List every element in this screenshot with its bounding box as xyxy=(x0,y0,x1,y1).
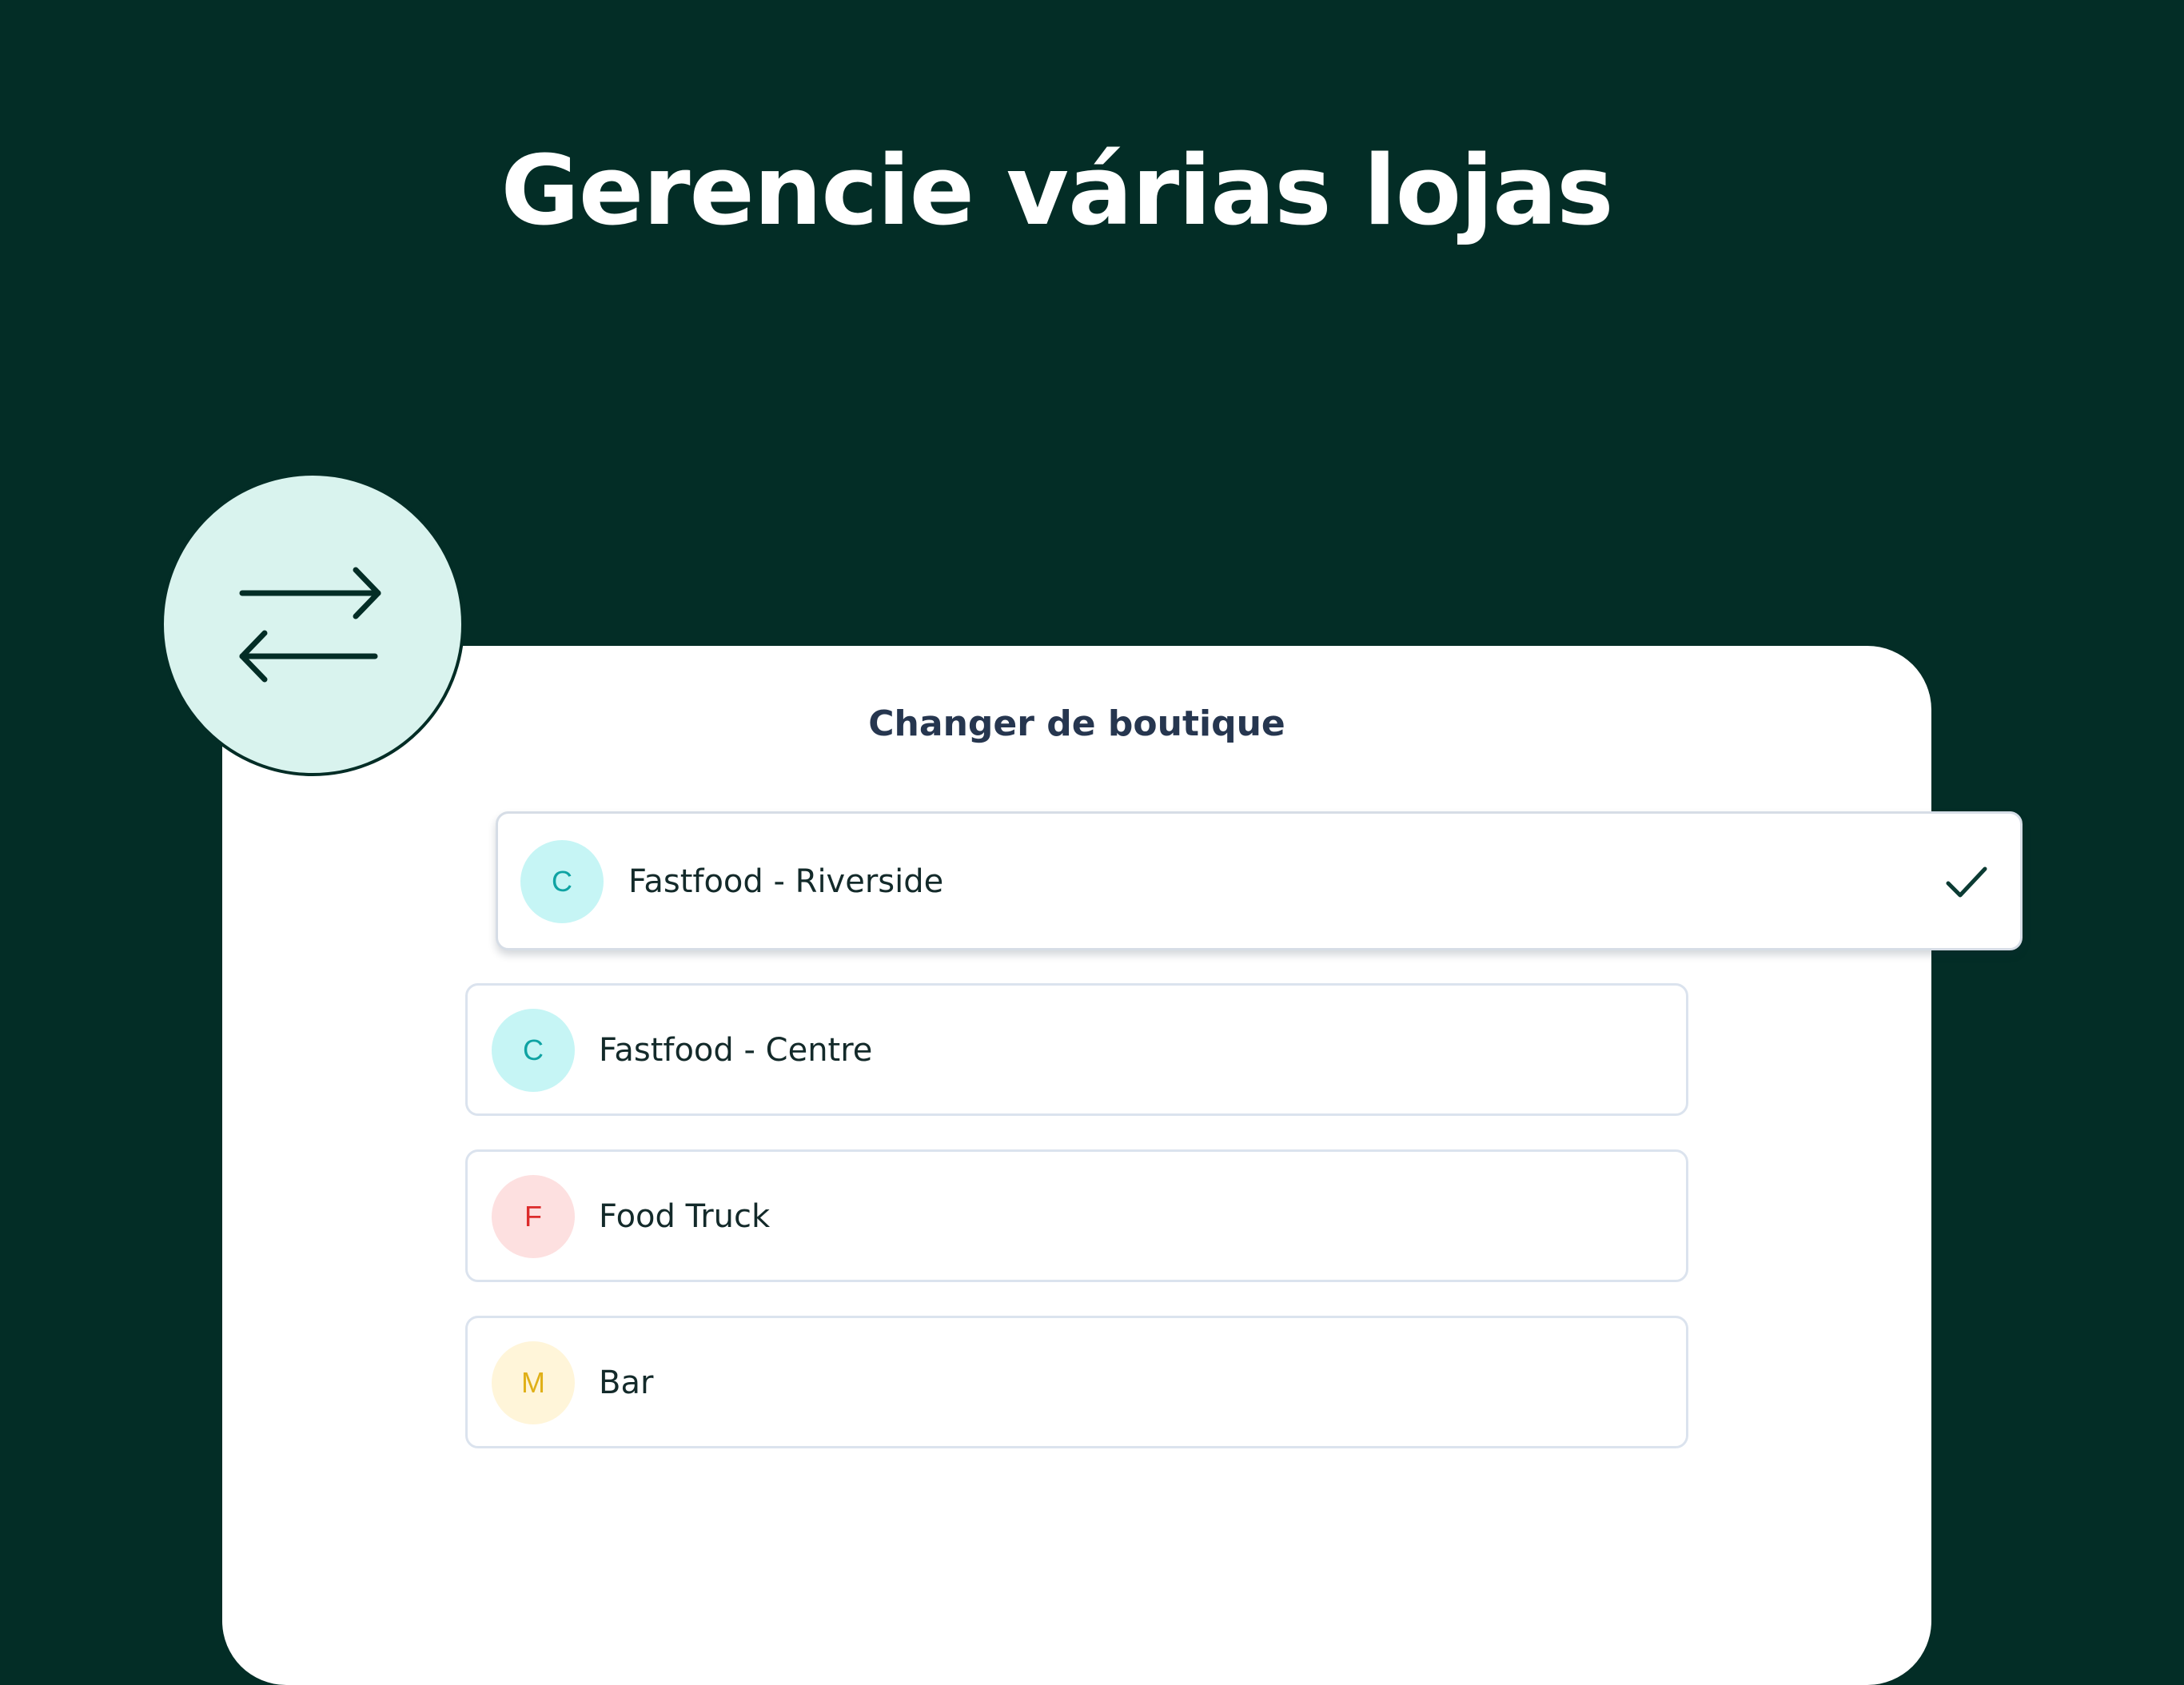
store-name: Fastfood - Riverside xyxy=(628,863,944,900)
store-avatar: F xyxy=(492,1175,575,1258)
store-avatar: M xyxy=(492,1341,575,1424)
store-item-food-truck[interactable]: F Food Truck xyxy=(465,1149,1688,1282)
dialog-title: Changer de boutique xyxy=(868,703,1285,744)
store-avatar: C xyxy=(492,1009,575,1092)
page-headline: Gerencie várias lojas xyxy=(500,136,1613,247)
store-name: Bar xyxy=(599,1364,654,1401)
switch-store-badge xyxy=(161,472,464,776)
store-avatar: C xyxy=(520,840,604,923)
store-item-fastfood-riverside[interactable]: C Fastfood - Riverside xyxy=(496,811,2023,950)
arrows-left-right-icon xyxy=(239,567,381,683)
store-item-fastfood-centre[interactable]: C Fastfood - Centre xyxy=(465,983,1688,1116)
store-name: Fastfood - Centre xyxy=(599,1032,873,1069)
store-item-bar[interactable]: M Bar xyxy=(465,1316,1688,1448)
store-name: Food Truck xyxy=(599,1198,771,1235)
check-icon xyxy=(1946,866,1987,898)
